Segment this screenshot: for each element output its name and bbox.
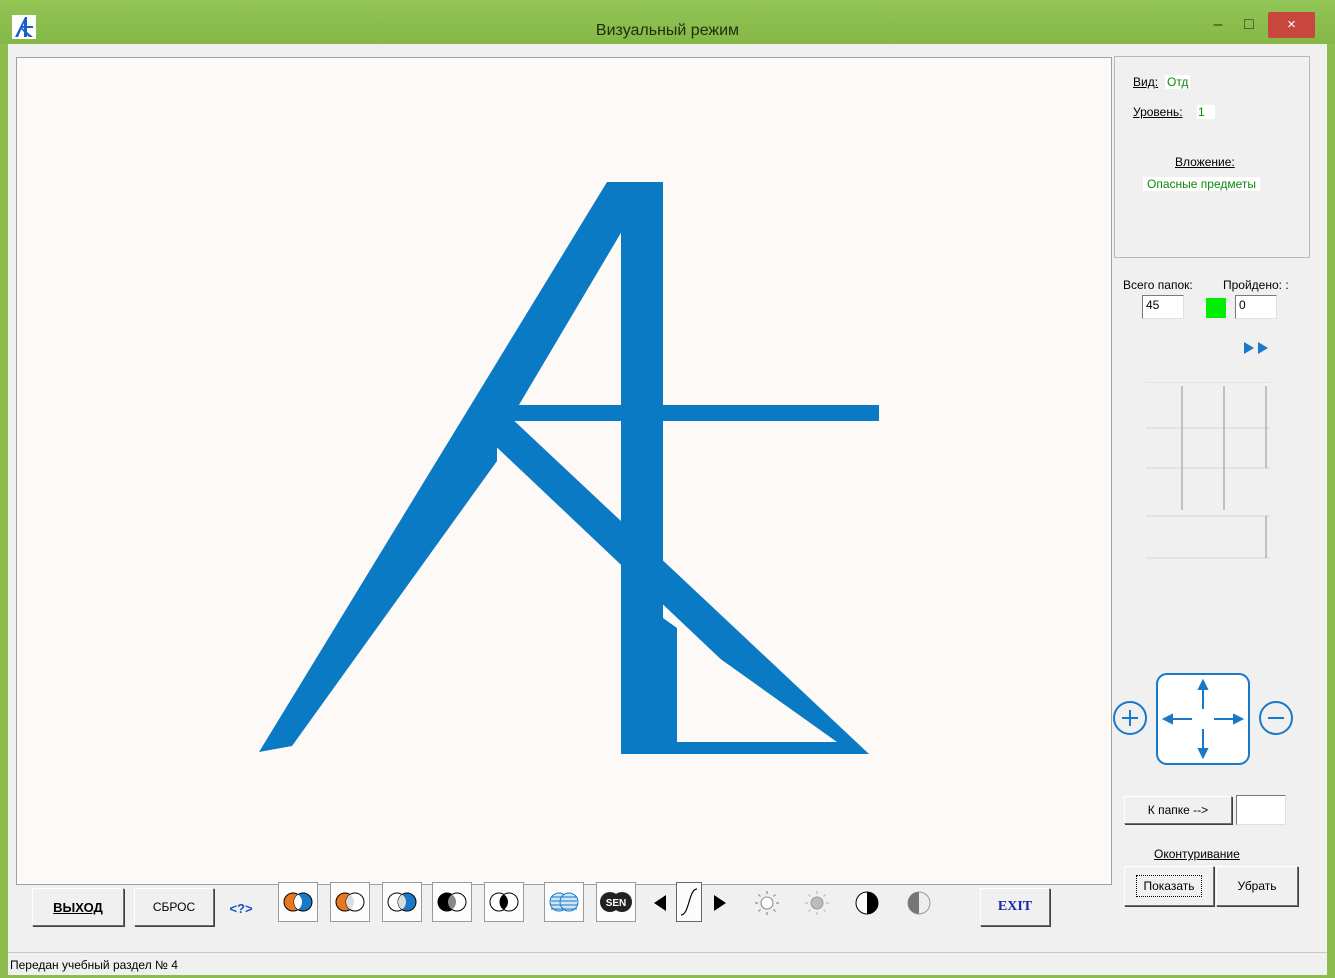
help-button[interactable]: <?> (224, 896, 258, 920)
striped-circles-icon (549, 892, 579, 912)
orange-outline-circles-icon (335, 892, 365, 912)
reset-button[interactable]: СБРОС (134, 888, 214, 926)
contrast-up-icon[interactable] (852, 888, 882, 918)
passed-field[interactable]: 0 (1235, 295, 1277, 319)
view-label: Вид: (1133, 75, 1159, 89)
zoom-in-icon[interactable] (1112, 700, 1148, 736)
passed-label: Пройдено: : (1223, 278, 1289, 292)
status-text: Передан учебный раздел № 4 (10, 958, 178, 972)
thumbnail-grid (1142, 382, 1272, 612)
contour-label: Оконтуривание (1154, 847, 1240, 861)
arrow-left-icon[interactable] (648, 890, 672, 916)
orange-outline-circles-button[interactable] (330, 882, 370, 922)
black-inverted-circles-icon (489, 892, 519, 912)
to-folder-button[interactable]: К папке --> (1124, 796, 1232, 824)
striped-circles-button[interactable] (544, 882, 584, 922)
close-button[interactable]: × (1268, 12, 1315, 38)
black-white-circles-icon (437, 892, 467, 912)
exit-ru-button[interactable]: ВЫХОД (32, 888, 124, 926)
fast-forward-icon[interactable] (1240, 338, 1274, 358)
status-bar: Передан учебный раздел № 4 (8, 952, 1327, 975)
black-white-circles-button[interactable] (432, 882, 472, 922)
sen-icon: SEN (600, 892, 632, 912)
orange-blue-circles-icon (283, 892, 313, 912)
arrow-right-icon[interactable] (708, 890, 732, 916)
image-canvas[interactable] (16, 57, 1112, 885)
blue-outline-circles-icon (387, 892, 417, 912)
attachment-value: Опасные предметы (1143, 177, 1260, 191)
exit-button[interactable]: EXIT (980, 888, 1050, 926)
attachment-label: Вложение: (1175, 155, 1235, 169)
total-folders-label: Всего папок: (1123, 278, 1193, 292)
ae-logo-image (259, 182, 879, 754)
total-folders-field[interactable]: 45 (1142, 295, 1184, 319)
title-bar: Визуальный режим – □ × (0, 0, 1335, 44)
contrast-curve-button[interactable] (676, 882, 702, 922)
zoom-out-icon[interactable] (1258, 700, 1294, 736)
contrast-down-icon[interactable] (904, 888, 934, 918)
brightness-up-icon[interactable] (752, 888, 782, 918)
view-value: Отд (1165, 75, 1191, 89)
pan-control[interactable] (1156, 673, 1250, 765)
level-value: 1 (1197, 105, 1215, 119)
minimize-button[interactable]: – (1205, 12, 1231, 38)
maximize-button[interactable]: □ (1234, 12, 1264, 38)
brightness-down-icon[interactable] (802, 888, 832, 918)
window-client: Вид: Отд Уровень: 1 Вложение: Опасные пр… (8, 44, 1327, 954)
blue-outline-circles-button[interactable] (382, 882, 422, 922)
level-label: Уровень: (1133, 105, 1183, 119)
black-inverted-circles-button[interactable] (484, 882, 524, 922)
hide-contour-button[interactable]: Убрать (1216, 866, 1298, 906)
orange-blue-circles-button[interactable] (278, 882, 318, 922)
window-title: Визуальный режим (595, 22, 740, 39)
contrast-curve-icon (680, 888, 698, 916)
sen-button[interactable]: SEN (596, 882, 636, 922)
show-contour-label: Показать (1136, 875, 1202, 897)
show-contour-button[interactable]: Показать (1124, 866, 1214, 906)
sen-text: SEN (606, 898, 627, 909)
folder-number-field[interactable] (1236, 795, 1286, 825)
status-indicator (1206, 298, 1226, 318)
info-panel: Вид: Отд Уровень: 1 Вложение: Опасные пр… (1114, 56, 1310, 258)
